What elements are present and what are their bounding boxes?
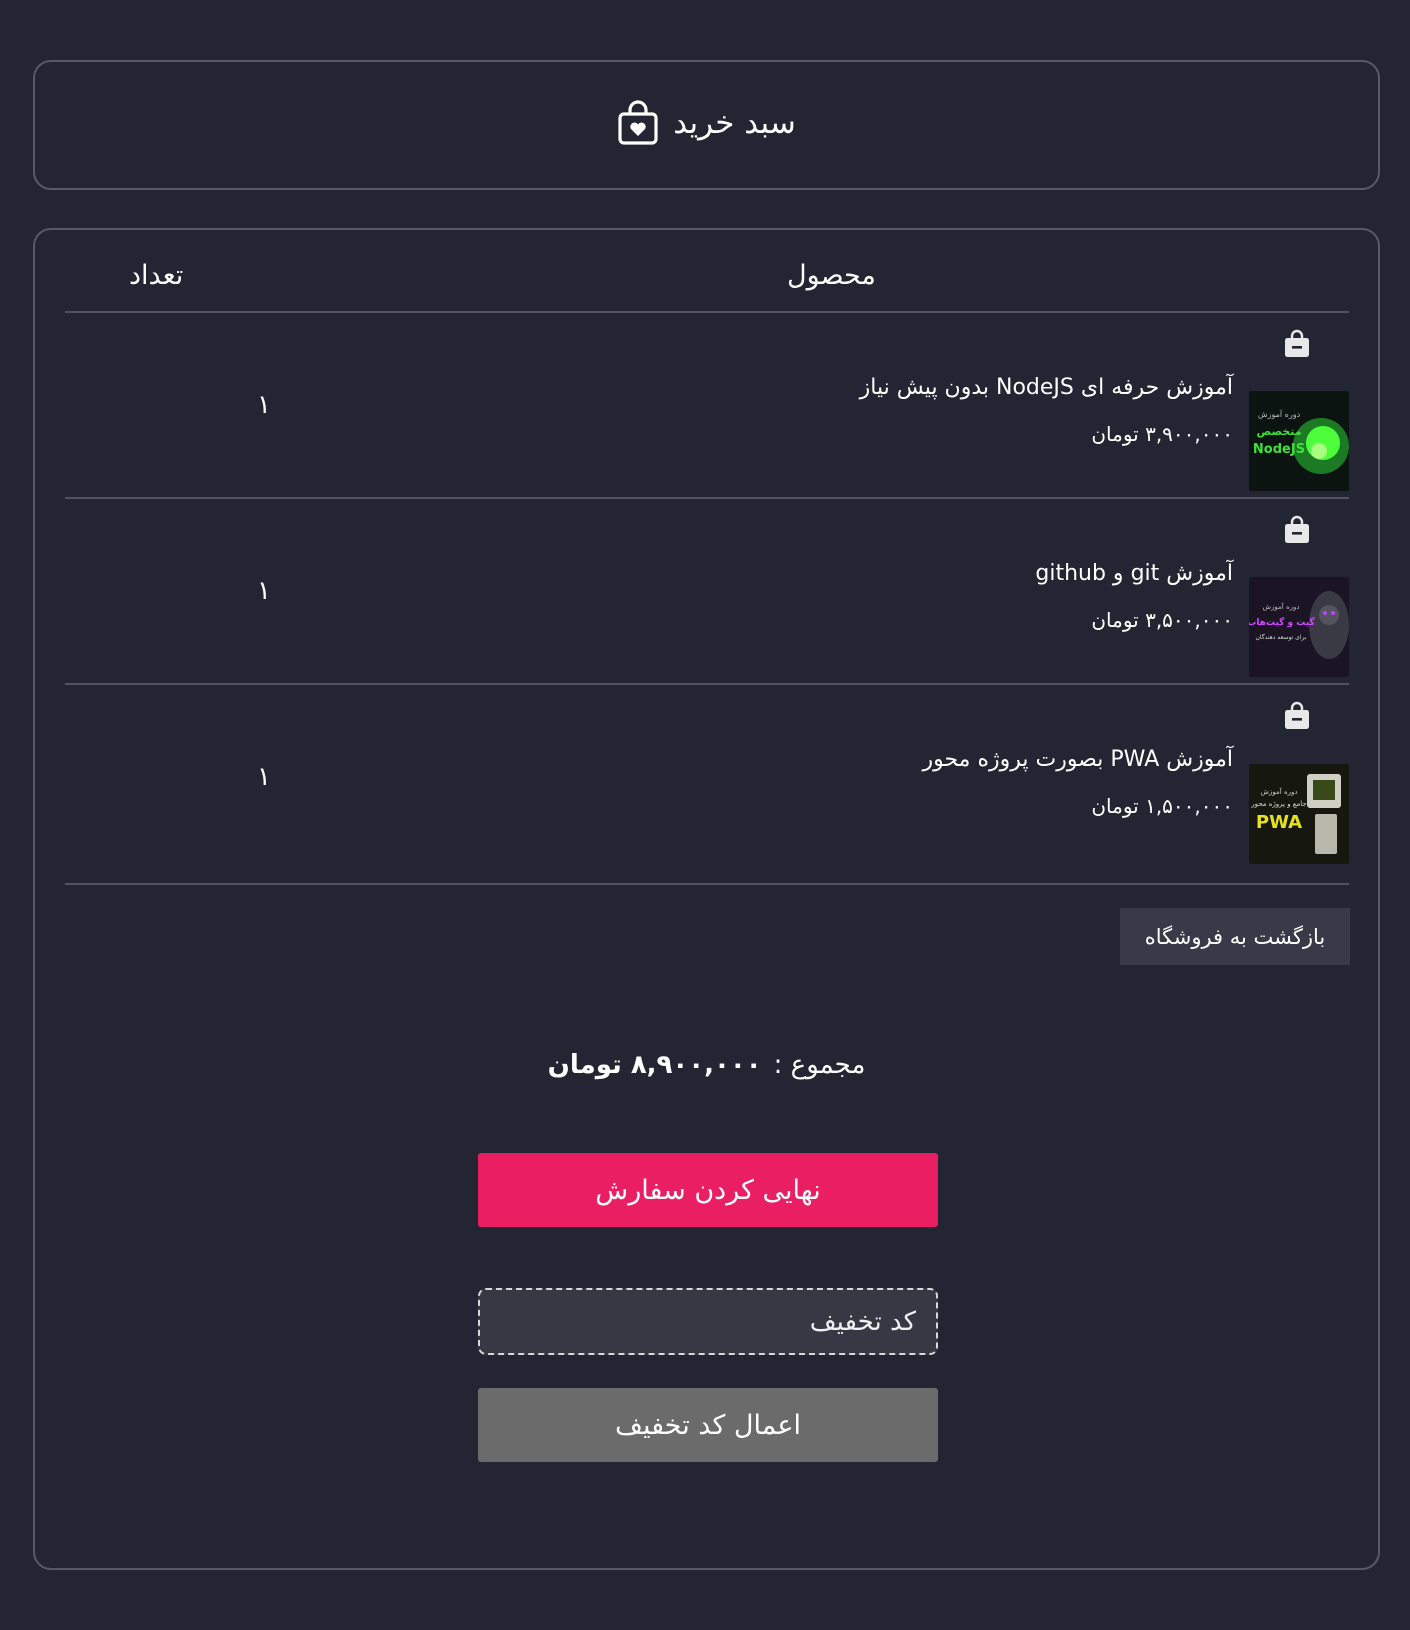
product-title[interactable]: آموزش PWA بصورت پروژه محور [922, 747, 1233, 772]
product-price: ۱,۵۰۰,۰۰۰ تومان [1091, 794, 1233, 818]
product-price: ۳,۹۰۰,۰۰۰ تومان [1091, 422, 1233, 446]
product-title[interactable]: آموزش git و github [1035, 561, 1233, 586]
remove-item-icon[interactable] [1283, 515, 1311, 545]
column-header-quantity: تعداد [129, 260, 184, 291]
divider [65, 497, 1349, 499]
thumb-text-bottom: PWA [1256, 812, 1302, 833]
product-thumbnail[interactable]: دوره آموزش متخصص NodeJS [1249, 391, 1349, 491]
thumb-text-top: دوره آموزش [1258, 409, 1301, 419]
thumb-text-mid: گیت و گیت‌هاب [1249, 616, 1315, 628]
product-quantity: ۱ [257, 762, 271, 792]
total-label: مجموع : [773, 1050, 866, 1080]
remove-item-icon[interactable] [1283, 701, 1311, 731]
order-total: مجموع : ۸,۹۰۰,۰۰۰ تومان [35, 1050, 1378, 1080]
thumb-text-bottom: برای توسعه دهندگان [1256, 633, 1307, 641]
product-thumbnail[interactable]: دوره آموزش جامع و پروژه محور PWA [1249, 764, 1349, 864]
thumb-text-bottom: NodeJS [1253, 442, 1305, 457]
column-header-product: محصول [787, 260, 876, 291]
divider [65, 683, 1349, 685]
product-title[interactable]: آموزش حرفه ای NodeJS بدون پیش نیاز [860, 375, 1233, 400]
cart-table-card: محصول تعداد دوره آموزش متخصص NodeJS آموز… [33, 228, 1380, 1570]
divider [65, 883, 1349, 885]
back-to-shop-button[interactable]: بازگشت به فروشگاه [1120, 908, 1350, 965]
product-quantity: ۱ [257, 576, 271, 606]
divider [65, 311, 1349, 313]
thumb-text-mid: متخصص [1256, 425, 1301, 438]
shopping-bag-heart-icon [617, 100, 659, 146]
product-price: ۳,۵۰۰,۰۰۰ تومان [1091, 608, 1233, 632]
cart-title: سبد خرید [35, 100, 1378, 146]
apply-discount-button[interactable]: اعمال کد تخفیف [478, 1388, 938, 1462]
total-value: ۸,۹۰۰,۰۰۰ تومان [547, 1050, 762, 1080]
thumb-text-top: دوره آموزش [1262, 602, 1299, 611]
cart-title-text: سبد خرید [673, 105, 796, 141]
thumb-text-mid: جامع و پروژه محور [1250, 800, 1307, 808]
product-quantity: ۱ [257, 390, 271, 420]
product-thumbnail[interactable]: دوره آموزش گیت و گیت‌هاب برای توسعه دهند… [1249, 577, 1349, 677]
discount-code-input[interactable] [478, 1288, 938, 1355]
cart-header-card: سبد خرید [33, 60, 1380, 190]
finalize-order-button[interactable]: نهایی کردن سفارش [478, 1153, 938, 1227]
remove-item-icon[interactable] [1283, 329, 1311, 359]
thumb-text-top: دوره آموزش [1260, 787, 1297, 796]
